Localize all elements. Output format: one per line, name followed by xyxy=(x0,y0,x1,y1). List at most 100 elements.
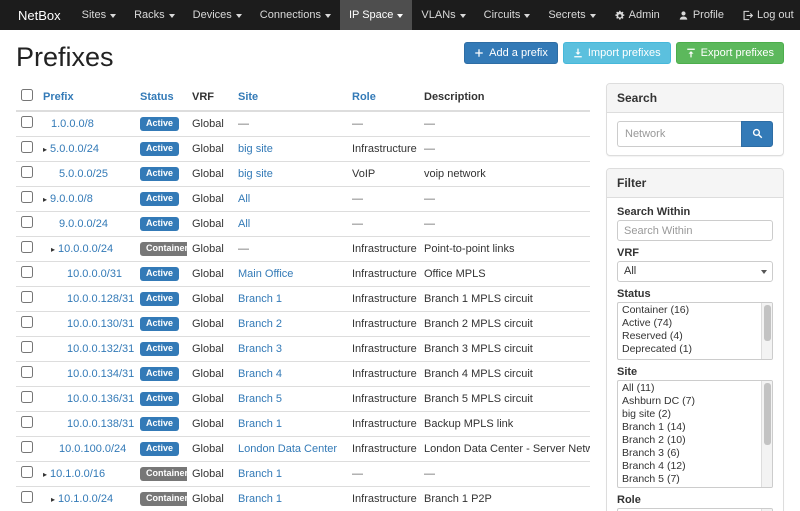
row-checkbox[interactable] xyxy=(21,191,33,203)
row-checkbox[interactable] xyxy=(21,266,33,278)
status-filter-list[interactable]: Container (16) Active (74) Reserved (4) … xyxy=(617,302,773,360)
filter-option[interactable]: Active (74) xyxy=(619,317,759,330)
site-link[interactable]: Branch 1 xyxy=(238,418,282,430)
filter-option[interactable]: Ashburn DC (7) xyxy=(619,395,759,408)
nav-menu-item-connections[interactable]: Connections xyxy=(251,0,340,30)
column-header-status[interactable]: Status xyxy=(140,91,174,103)
filter-option[interactable]: COLO 1 (3) xyxy=(619,486,759,488)
filter-option[interactable]: Branch 4 (12) xyxy=(619,460,759,473)
vrf-cell: Global xyxy=(187,287,233,312)
row-checkbox[interactable] xyxy=(21,141,33,153)
row-checkbox[interactable] xyxy=(21,316,33,328)
filter-option[interactable]: Branch 3 (6) xyxy=(619,447,759,460)
site-link[interactable]: Branch 5 xyxy=(238,393,282,405)
scrollbar[interactable] xyxy=(761,381,772,487)
row-checkbox[interactable] xyxy=(21,491,33,503)
search-panel: Search xyxy=(606,83,784,156)
brand-logo[interactable]: NetBox xyxy=(6,0,73,30)
select-all-checkbox[interactable] xyxy=(21,89,33,101)
chevron-down-icon xyxy=(169,14,175,18)
site-filter-list[interactable]: All (11) Ashburn DC (7) big site (2) Bra… xyxy=(617,380,773,488)
nav-menu-item-devices[interactable]: Devices xyxy=(184,0,251,30)
nav-menu-item-sites[interactable]: Sites xyxy=(73,0,125,30)
prefix-link[interactable]: 10.0.0.138/31 xyxy=(67,418,134,430)
column-header-prefix[interactable]: Prefix xyxy=(43,91,74,103)
row-checkbox[interactable] xyxy=(21,416,33,428)
nav-menu-label: Devices xyxy=(193,9,232,21)
site-link[interactable]: All xyxy=(238,218,250,230)
row-checkbox[interactable] xyxy=(21,391,33,403)
row-checkbox[interactable] xyxy=(21,216,33,228)
admin-link[interactable]: Admin xyxy=(605,0,669,30)
prefix-link[interactable]: 10.0.100.0/24 xyxy=(59,443,126,455)
logout-link[interactable]: Log out xyxy=(733,0,800,30)
plus-icon xyxy=(474,48,484,58)
add-prefix-button[interactable]: Add a prefix xyxy=(464,42,558,64)
prefix-link[interactable]: 5.0.0.0/25 xyxy=(59,168,108,180)
filter-option[interactable]: Branch 2 (10) xyxy=(619,434,759,447)
row-checkbox[interactable] xyxy=(21,241,33,253)
filter-option[interactable]: Container (16) xyxy=(619,304,759,317)
nav-menu-item-secrets[interactable]: Secrets xyxy=(539,0,604,30)
vrf-select[interactable]: All xyxy=(617,261,773,282)
filter-option[interactable]: big site (2) xyxy=(619,408,759,421)
user-icon xyxy=(678,10,689,21)
prefix-link[interactable]: 9.0.0.0/8 xyxy=(50,193,93,205)
prefix-link[interactable]: 10.0.0.0/24 xyxy=(58,243,113,255)
prefix-link[interactable]: 10.0.0.132/31 xyxy=(67,343,134,355)
vrf-cell: Global xyxy=(187,437,233,462)
prefix-link[interactable]: 10.1.0.0/16 xyxy=(50,468,105,480)
prefix-link[interactable]: 5.0.0.0/24 xyxy=(50,143,99,155)
search-within-label: Search Within xyxy=(617,206,773,218)
filter-option[interactable]: Branch 1 (14) xyxy=(619,421,759,434)
search-input[interactable] xyxy=(617,121,741,147)
vrf-cell: Global xyxy=(187,387,233,412)
filter-option[interactable]: Reserved (4) xyxy=(619,330,759,343)
row-checkbox[interactable] xyxy=(21,366,33,378)
import-prefixes-button[interactable]: Import prefixes xyxy=(563,42,671,64)
row-checkbox[interactable] xyxy=(21,441,33,453)
row-checkbox[interactable] xyxy=(21,291,33,303)
scrollbar[interactable] xyxy=(761,303,772,359)
description-cell: — xyxy=(419,462,590,487)
row-checkbox[interactable] xyxy=(21,341,33,353)
site-link[interactable]: All xyxy=(238,193,250,205)
prefix-link[interactable]: 10.0.0.134/31 xyxy=(67,368,134,380)
site-link[interactable]: Main Office xyxy=(238,268,293,280)
search-within-input[interactable] xyxy=(617,220,773,241)
column-header-role[interactable]: Role xyxy=(352,91,376,103)
filter-option[interactable]: Branch 5 (7) xyxy=(619,473,759,486)
row-checkbox[interactable] xyxy=(21,116,33,128)
row-checkbox[interactable] xyxy=(21,166,33,178)
site-link[interactable]: big site xyxy=(238,168,273,180)
prefix-link[interactable]: 9.0.0.0/24 xyxy=(59,218,108,230)
site-link[interactable]: Branch 2 xyxy=(238,318,282,330)
site-link[interactable]: Branch 1 xyxy=(238,293,282,305)
site-link[interactable]: London Data Center xyxy=(238,443,337,455)
column-header-site[interactable]: Site xyxy=(238,91,258,103)
prefix-link[interactable]: 10.1.0.0/24 xyxy=(58,493,113,505)
site-link[interactable]: Branch 1 xyxy=(238,468,282,480)
site-link[interactable]: Branch 4 xyxy=(238,368,282,380)
nav-menu-item-racks[interactable]: Racks xyxy=(125,0,184,30)
filter-option[interactable]: All (11) xyxy=(619,382,759,395)
prefix-link[interactable]: 10.0.0.128/31 xyxy=(67,293,134,305)
description-cell: London Data Center - Server Network xyxy=(419,437,590,462)
export-prefixes-button[interactable]: Export prefixes xyxy=(676,42,784,64)
prefix-link[interactable]: 10.0.0.136/31 xyxy=(67,393,134,405)
filter-option[interactable]: Deprecated (1) xyxy=(619,343,759,356)
profile-link[interactable]: Profile xyxy=(669,0,733,30)
nav-menu-item-ip-space[interactable]: IP Space xyxy=(340,0,412,30)
prefix-link[interactable]: 1.0.0.0/8 xyxy=(51,118,94,130)
site-link[interactable]: big site xyxy=(238,143,273,155)
nav-menu-item-vlans[interactable]: VLANs xyxy=(412,0,474,30)
search-input-group xyxy=(617,121,773,147)
site-field: Site All (11) Ashburn DC (7) big site (2… xyxy=(617,366,773,488)
prefix-link[interactable]: 10.0.0.130/31 xyxy=(67,318,134,330)
nav-menu-item-circuits[interactable]: Circuits xyxy=(475,0,540,30)
search-button[interactable] xyxy=(741,121,773,147)
row-checkbox[interactable] xyxy=(21,466,33,478)
prefix-link[interactable]: 10.0.0.0/31 xyxy=(67,268,122,280)
site-link[interactable]: Branch 1 xyxy=(238,493,282,505)
site-link[interactable]: Branch 3 xyxy=(238,343,282,355)
